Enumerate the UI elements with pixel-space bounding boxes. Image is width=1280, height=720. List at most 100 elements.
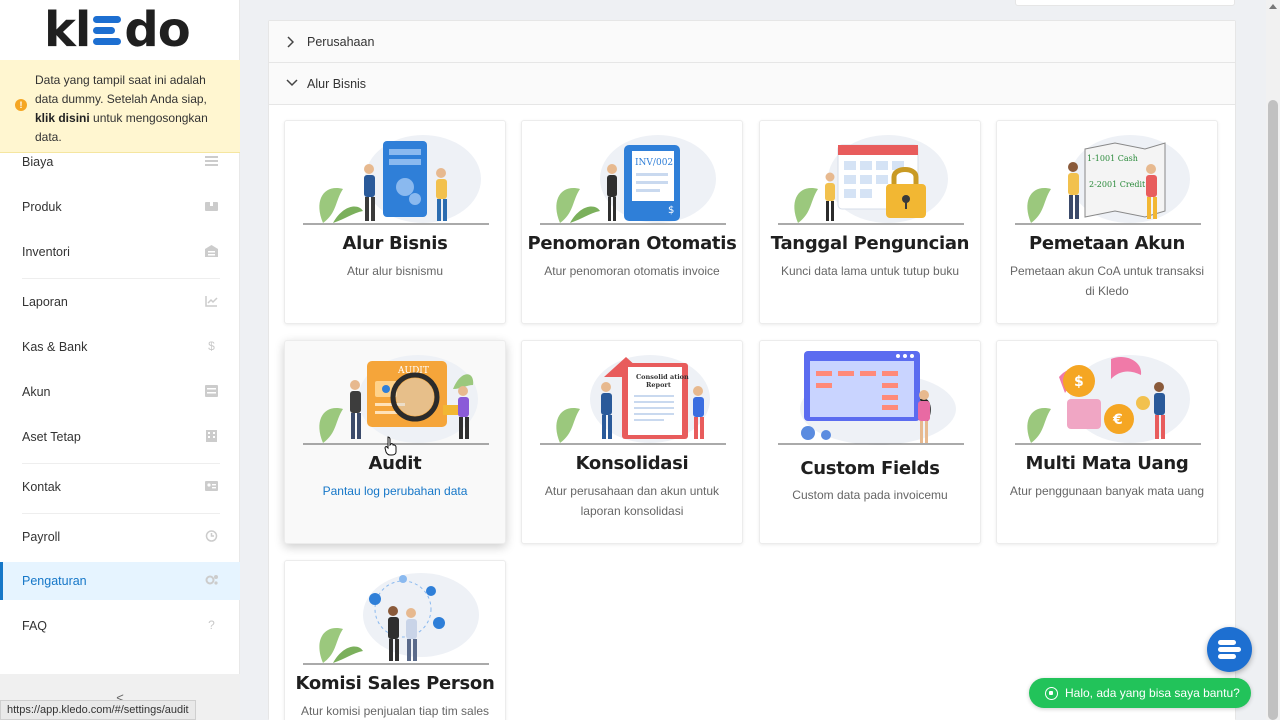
- section-label: Perusahaan: [307, 34, 375, 49]
- card-description: Atur alur bisnismu: [346, 264, 444, 278]
- card-penomoran-otomatis[interactable]: INV/002 $ Penomoran Otomatis Atur penomo…: [521, 120, 743, 324]
- sidebar-item-label: Aset Tetap: [22, 430, 81, 444]
- contact-card-icon: [205, 480, 218, 492]
- section-body-alur-bisnis: Alur Bisnis Atur alur bisnismu INV/002 $…: [269, 105, 1235, 720]
- scrollbar-thumb[interactable]: [1268, 100, 1278, 720]
- header-search-box[interactable]: [1015, 0, 1235, 6]
- illustration-text: Report: [646, 381, 671, 389]
- card-alur-bisnis[interactable]: Alur Bisnis Atur alur bisnismu: [284, 120, 506, 324]
- sidebar-item-faq[interactable]: FAQ ?: [0, 607, 240, 645]
- whatsapp-chat-button[interactable]: Halo, ada yang bisa saya bantu?: [1029, 678, 1251, 708]
- chevron-down-icon: [286, 78, 298, 91]
- sidebar-item-label: Pengaturan: [22, 574, 87, 588]
- illustration-text: 2-2001 Credit: [1089, 180, 1146, 189]
- sidebar-item-pengaturan[interactable]: Pengaturan: [0, 562, 240, 600]
- page-scrollbar[interactable]: [1266, 0, 1280, 720]
- list-icon: [205, 155, 218, 167]
- card-multi-mata-uang[interactable]: $ € Multi Mata Uang Atur penggunaan bany…: [996, 340, 1218, 544]
- svg-text:$: $: [668, 205, 674, 216]
- sales-commission-illustration: [303, 569, 489, 665]
- notice-text: Data yang tampil saat ini adalah data du…: [35, 73, 207, 106]
- card-konsolidasi[interactable]: Consolid ation Report Konsolidasi Atur p…: [521, 340, 743, 544]
- svg-text:€: €: [1112, 412, 1123, 428]
- chat-button-label: Halo, ada yang bisa saya bantu?: [1065, 686, 1240, 700]
- chart-icon: [205, 295, 218, 307]
- account-mapping-illustration: 1-1001 Cash 2-2001 Credit: [1015, 129, 1201, 225]
- sidebar-item-label: Payroll: [22, 530, 61, 544]
- sidebar-divider: [22, 513, 220, 514]
- consolidation-illustration: Consolid ation Report: [540, 349, 726, 445]
- sidebar-item-produk[interactable]: Produk: [0, 188, 240, 226]
- kledo-help-button[interactable]: [1207, 627, 1252, 672]
- box-icon: [205, 200, 218, 212]
- whatsapp-icon: [1045, 686, 1058, 700]
- sidebar-item-label: Kontak: [22, 480, 61, 494]
- card-title: Penomoran Otomatis: [527, 233, 737, 254]
- sidebar-item-aset-tetap[interactable]: Aset Tetap: [0, 418, 240, 456]
- sidebar-item-payroll[interactable]: Payroll: [0, 518, 240, 556]
- card-description: Kunci data lama untuk tutup buku: [780, 264, 960, 278]
- warehouse-icon: [205, 245, 218, 257]
- logo-text-start: kl: [44, 2, 91, 58]
- card-title: Custom Fields: [800, 458, 940, 479]
- section-header-perusahaan[interactable]: Perusahaan: [269, 21, 1235, 63]
- sidebar-item-label: Biaya: [22, 155, 54, 169]
- mouse-cursor-icon: [384, 436, 398, 456]
- card-description: Custom data pada invoicemu: [792, 488, 948, 502]
- sidebar-divider: [22, 278, 220, 279]
- dummy-data-notice: ! Data yang tampil saat ini adalah data …: [0, 60, 240, 153]
- card-title: Komisi Sales Person: [295, 673, 495, 694]
- card-description: Atur perusahaan dan akun untuk laporan k…: [544, 484, 720, 518]
- status-bar-url: https://app.kledo.com/#/settings/audit: [0, 700, 196, 720]
- sidebar-item-label: FAQ: [22, 619, 48, 633]
- audit-illustration: AUDIT: [303, 349, 489, 445]
- calendar-lock-illustration: [778, 129, 964, 225]
- card-komisi-sales-person[interactable]: Komisi Sales Person Atur komisi penjuala…: [284, 560, 506, 720]
- sidebar-item-label: Akun: [22, 385, 51, 399]
- sidebar-item-kas-bank[interactable]: Kas & Bank $: [0, 328, 240, 366]
- sidebar-item-laporan[interactable]: Laporan: [0, 283, 240, 321]
- kledo-logo[interactable]: kl do: [44, 2, 191, 58]
- card-pemetaan-akun[interactable]: 1-1001 Cash 2-2001 Credit Pemetaan Akun …: [996, 120, 1218, 324]
- sidebar-item-inventori[interactable]: Inventori: [0, 233, 240, 271]
- illustration-text: 1-1001 Cash: [1087, 154, 1138, 163]
- question-icon: ?: [208, 618, 215, 632]
- card-tanggal-penguncian[interactable]: Tanggal Penguncian Kunci data lama untuk…: [759, 120, 981, 324]
- custom-fields-illustration: [778, 349, 964, 445]
- dollar-icon: $: [208, 339, 215, 353]
- card-description: Atur penomoran otomatis invoice: [544, 264, 720, 278]
- card-custom-fields[interactable]: Custom Fields Custom data pada invoicemu: [759, 340, 981, 544]
- card-title: Pemetaan Akun: [1029, 233, 1185, 254]
- card-description: Pemetaan akun CoA untuk transaksi di Kle…: [1009, 264, 1205, 298]
- sidebar-item-kontak[interactable]: Kontak: [0, 468, 240, 506]
- illustration-text: Consolid ation: [636, 373, 689, 381]
- sidebar-item-label: Kas & Bank: [22, 340, 88, 354]
- ledger-icon: [205, 385, 218, 397]
- card-description: Atur penggunaan banyak mata uang: [1009, 484, 1205, 498]
- clear-data-link[interactable]: klik disini: [35, 111, 90, 125]
- chevron-right-icon: [286, 36, 295, 51]
- card-title: Tanggal Penguncian: [770, 233, 970, 254]
- scroll-up-arrow-icon[interactable]: [1269, 4, 1277, 9]
- settings-collapse-panel: Perusahaan Alur Bisnis Alur Bisnis Atur …: [268, 20, 1236, 720]
- building-icon: [205, 430, 218, 442]
- section-label: Alur Bisnis: [307, 76, 367, 91]
- svg-text:$: $: [1074, 374, 1084, 390]
- invoice-numbering-illustration: INV/002 $: [540, 129, 726, 225]
- logo-e-mark: [91, 13, 123, 47]
- gear-icon: [205, 574, 218, 586]
- workflow-illustration: [303, 129, 489, 225]
- card-title: Konsolidasi: [575, 453, 689, 474]
- sidebar-item-label: Laporan: [22, 295, 68, 309]
- card-description: Atur komisi penjualan tiap tim sales: [300, 704, 490, 718]
- sidebar-item-akun[interactable]: Akun: [0, 373, 240, 411]
- section-header-alur-bisnis[interactable]: Alur Bisnis: [269, 63, 1235, 105]
- warning-icon: !: [15, 99, 27, 111]
- card-title: Alur Bisnis: [342, 233, 448, 254]
- payroll-icon: [205, 530, 218, 542]
- card-title: Multi Mata Uang: [1025, 453, 1189, 474]
- card-description: Pantau log perubahan data: [322, 484, 468, 498]
- multi-currency-illustration: $ €: [1015, 349, 1201, 445]
- settings-main: Perusahaan Alur Bisnis Alur Bisnis Atur …: [268, 0, 1236, 720]
- sidebar-item-label: Produk: [22, 200, 62, 214]
